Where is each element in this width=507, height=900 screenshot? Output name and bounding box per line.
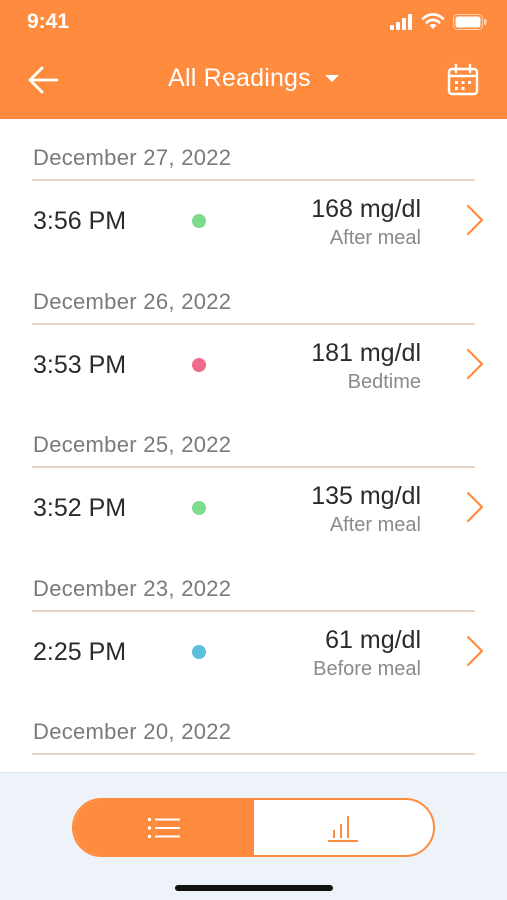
- reading-date: December 26, 2022: [33, 288, 232, 314]
- reading-context: Bedtime: [347, 370, 421, 393]
- reading-value: 168 mg/dl: [311, 195, 421, 223]
- status-bar: 9:41: [0, 0, 507, 46]
- calendar-icon[interactable]: [445, 62, 481, 98]
- reading-row[interactable]: 3:52 PM 135 mg/dl After meal: [0, 468, 507, 548]
- home-indicator: [175, 885, 333, 891]
- cellular-signal-icon: [390, 13, 412, 30]
- readings-list[interactable]: December 27, 2022 3:56 PM 168 mg/dl Afte…: [0, 119, 507, 772]
- reading-group: December 25, 2022 3:52 PM 135 mg/dl Afte…: [0, 406, 507, 550]
- reading-date: December 23, 2022: [33, 575, 232, 601]
- page-title: All Readings: [168, 64, 311, 92]
- reading-status-dot: [192, 214, 206, 228]
- reading-time: 3:52 PM: [33, 494, 127, 522]
- reading-group: December 20, 2022: [0, 693, 507, 772]
- chart-icon: [328, 815, 359, 842]
- reading-row[interactable]: 3:53 PM 181 mg/dl Bedtime: [0, 325, 507, 405]
- reading-value: 181 mg/dl: [311, 338, 421, 367]
- reading-time: 3:53 PM: [33, 350, 127, 379]
- reading-time: 2:25 PM: [33, 637, 127, 666]
- list-icon: [147, 817, 180, 838]
- bottom-toolbar: [0, 772, 507, 900]
- reading-group: December 27, 2022 3:56 PM 168 mg/dl Afte…: [0, 119, 507, 263]
- status-icons: [389, 13, 487, 30]
- reading-row[interactable]: 2:25 PM 61 mg/dl Before meal: [0, 612, 507, 692]
- chart-view-button[interactable]: [254, 800, 434, 855]
- readings-filter-dropdown[interactable]: All Readings: [0, 64, 507, 93]
- chevron-right-icon: [466, 491, 484, 523]
- reading-group: December 26, 2022 3:53 PM 181 mg/dl Bedt…: [0, 263, 507, 407]
- navigation-bar: All Readings: [0, 52, 507, 108]
- reading-context: Before meal: [313, 657, 421, 680]
- reading-row[interactable]: 3:56 PM 168 mg/dl After meal: [0, 181, 507, 261]
- reading-group: December 23, 2022 2:25 PM 61 mg/dl Befor…: [0, 550, 507, 694]
- chevron-right-icon: [466, 635, 484, 666]
- battery-icon: [453, 13, 487, 30]
- status-time: 9:41: [27, 10, 70, 33]
- date-divider: [32, 753, 475, 755]
- reading-value: 135 mg/dl: [311, 482, 421, 510]
- list-view-button[interactable]: [74, 800, 254, 855]
- wifi-icon: [421, 13, 445, 29]
- view-toggle: [72, 798, 435, 857]
- reading-value: 61 mg/dl: [325, 625, 421, 654]
- reading-date: December 20, 2022: [33, 719, 232, 744]
- reading-context: After meal: [329, 227, 421, 249]
- reading-time: 3:56 PM: [33, 207, 127, 235]
- reading-date: December 27, 2022: [33, 145, 232, 170]
- reading-status-dot: [192, 357, 206, 372]
- reading-context: After meal: [329, 514, 421, 536]
- chevron-right-icon: [466, 348, 484, 379]
- chevron-down-icon: [324, 75, 339, 82]
- reading-status-dot: [192, 501, 206, 515]
- reading-date: December 25, 2022: [33, 432, 232, 457]
- chevron-right-icon: [466, 204, 484, 236]
- reading-status-dot: [192, 644, 206, 659]
- header-bar: 9:41 All Readings: [0, 0, 507, 119]
